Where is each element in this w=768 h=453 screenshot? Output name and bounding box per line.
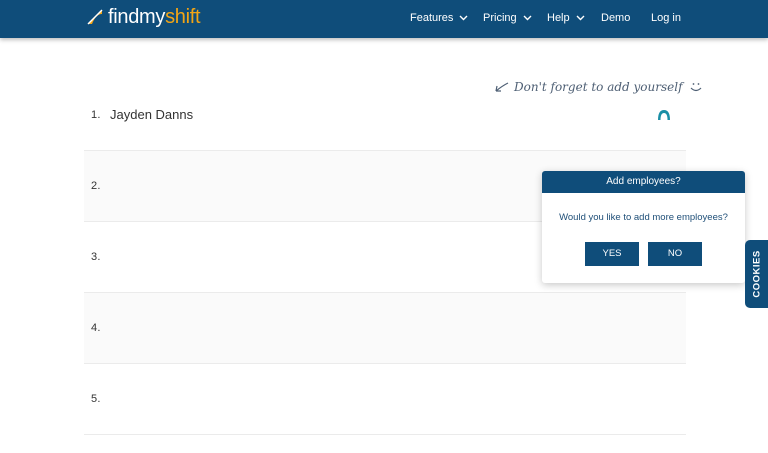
cookies-label: COOKIES — [751, 250, 762, 298]
row-number: 1. — [91, 109, 101, 121]
logo-icon — [87, 9, 103, 25]
nav-help-label: Help — [547, 12, 570, 24]
row-number: 2. — [91, 180, 101, 192]
nav-pricing-label: Pricing — [483, 12, 517, 24]
nav-login-label: Log in — [651, 12, 681, 24]
nav-help[interactable]: Help — [547, 11, 585, 25]
smiley-icon — [690, 83, 701, 92]
nav-demo[interactable]: Demo — [601, 11, 630, 25]
chevron-down-icon — [523, 15, 532, 21]
row-number: 3. — [91, 251, 101, 263]
employee-row[interactable]: 1. Jayden Danns — [84, 80, 686, 151]
nav-pricing[interactable]: Pricing — [483, 11, 532, 25]
top-nav-bar: findmyshift Features Pricing Help Demo L… — [0, 0, 768, 38]
brand-logo[interactable]: findmyshift — [86, 6, 201, 28]
yes-button[interactable]: YES — [585, 242, 639, 266]
employee-name[interactable]: Jayden Danns — [110, 107, 193, 122]
dialog-message: Would you like to add more employees? — [559, 212, 728, 223]
dialog-buttons: YES NO — [585, 242, 711, 266]
nav-demo-label: Demo — [601, 12, 631, 24]
brand-name: findmyshift — [108, 6, 201, 28]
employee-row[interactable]: 5. — [84, 364, 686, 435]
nav-features[interactable]: Features — [410, 11, 468, 25]
nav-features-label: Features — [410, 12, 454, 24]
row-number: 4. — [91, 322, 101, 334]
row-number: 5. — [91, 393, 101, 405]
chevron-down-icon — [459, 15, 468, 21]
chevron-down-icon — [576, 15, 585, 21]
cookies-tab[interactable]: COOKIES — [745, 240, 768, 308]
no-button[interactable]: NO — [648, 242, 702, 266]
employee-row[interactable]: 4. — [84, 293, 686, 364]
dialog-title: Add employees? — [542, 171, 745, 193]
nav-login[interactable]: Log in — [651, 11, 681, 25]
add-employees-dialog: Add employees? Would you like to add mor… — [542, 171, 745, 283]
